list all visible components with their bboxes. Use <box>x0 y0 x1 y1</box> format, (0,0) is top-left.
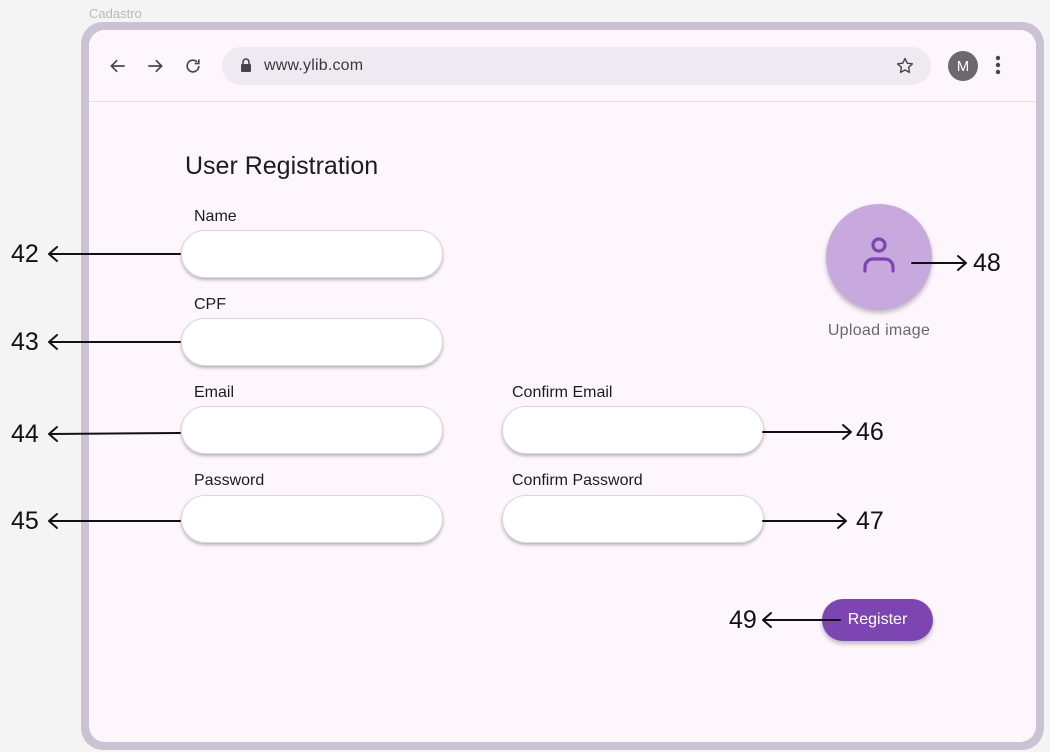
callout-password: 45 <box>11 507 39 535</box>
callout-arrows <box>48 246 967 628</box>
callout-confirm-password: 47 <box>856 507 884 535</box>
callout-name: 42 <box>11 240 39 268</box>
callout-confirm-email: 46 <box>856 418 884 446</box>
callout-register: 49 <box>729 606 757 634</box>
callout-email: 44 <box>11 420 39 448</box>
callout-cpf: 43 <box>11 328 39 356</box>
callout-upload: 48 <box>973 249 1001 277</box>
callout-arrow-email <box>49 432 181 435</box>
